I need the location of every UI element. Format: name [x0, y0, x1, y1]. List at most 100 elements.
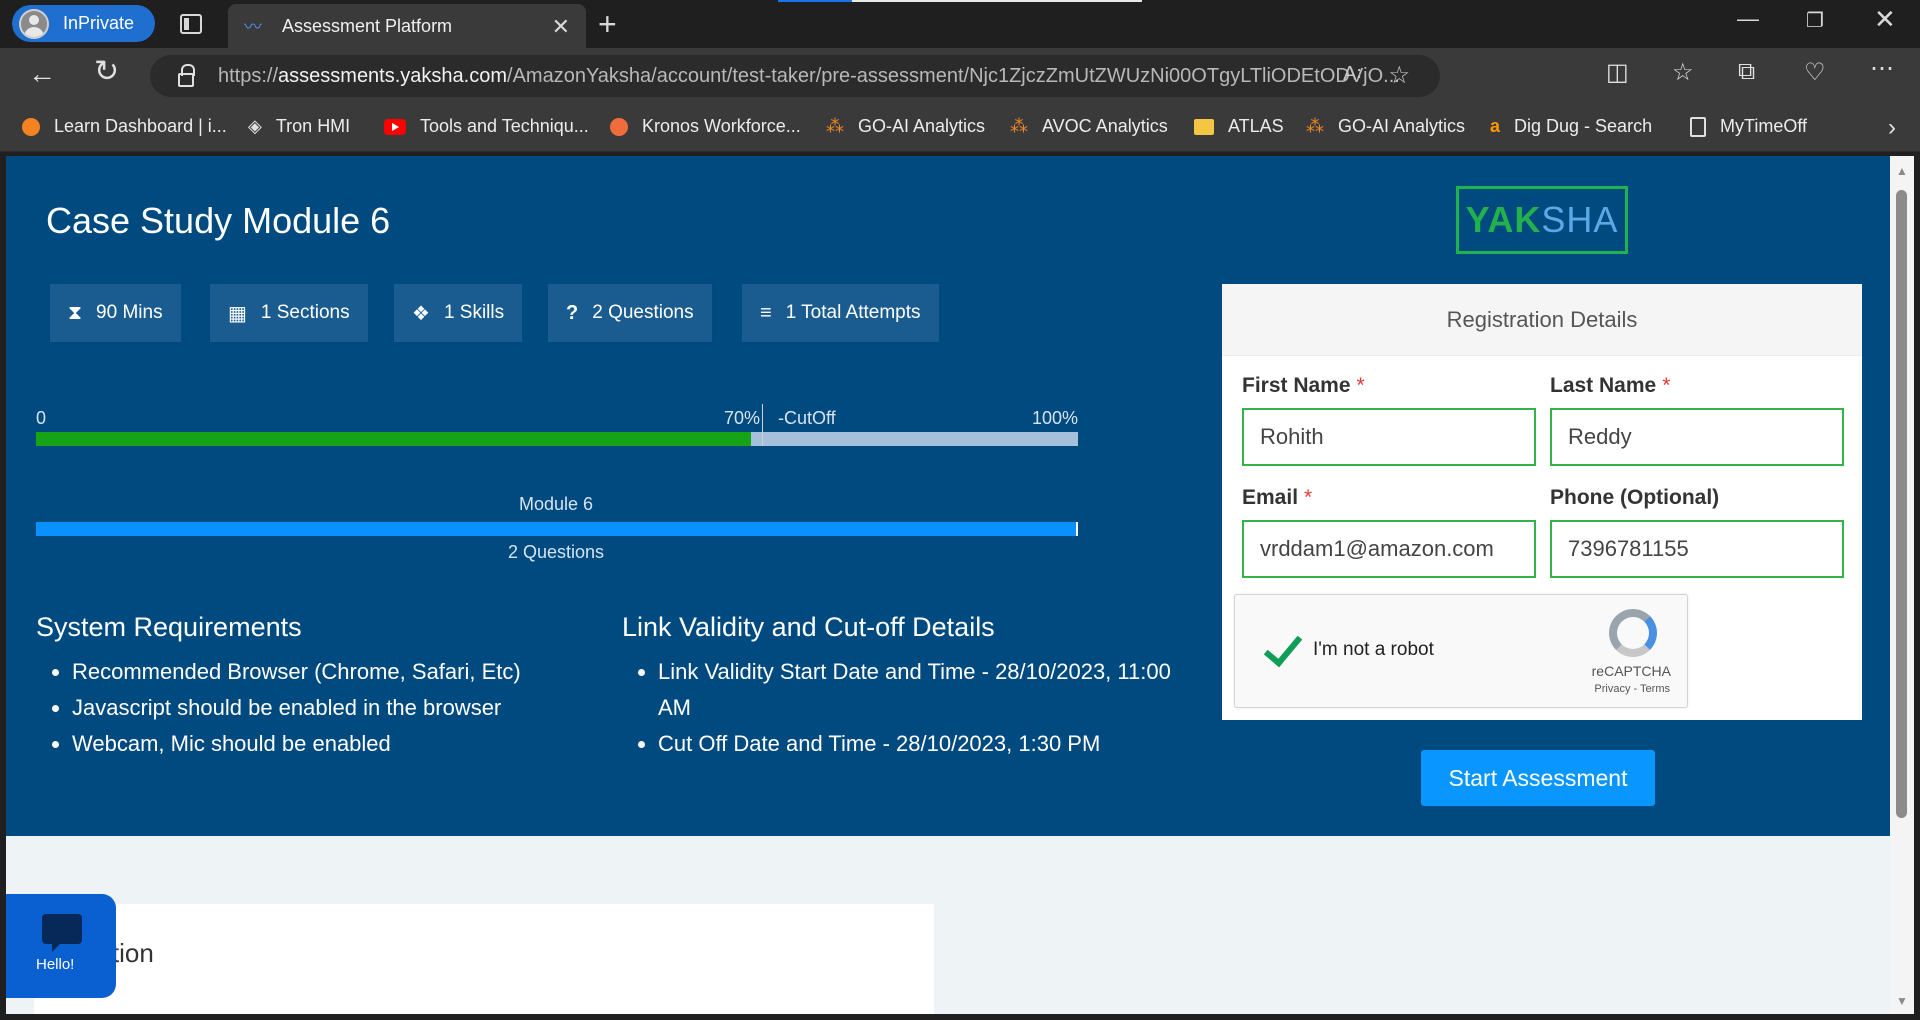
- nodes-icon: ⁂: [1306, 116, 1324, 136]
- unity-icon: ◈: [248, 116, 262, 136]
- bookmark-label: Tools and Techniqu...: [420, 116, 589, 136]
- url-host: assessments.yaksha.com: [278, 64, 508, 87]
- page-viewport: Case Study Module 6 ⧗ 90 Mins ▦ 1 Sectio…: [6, 156, 1890, 1014]
- document-icon: [1690, 116, 1706, 137]
- bookmark-tools-and-techniques[interactable]: Tools and Techniqu...: [384, 116, 589, 137]
- question-icon: ?: [566, 301, 579, 324]
- page-scrollbar[interactable]: ▲ ▼: [1890, 156, 1914, 1014]
- registration-header: Registration Details: [1222, 284, 1862, 356]
- tab-title: Assessment Platform: [282, 15, 453, 36]
- registration-card: Registration Details First Name * Rohith …: [1222, 284, 1862, 720]
- recaptcha-brand: reCAPTCHA: [1591, 663, 1671, 679]
- close-window-icon[interactable]: ✕: [1874, 4, 1896, 35]
- scale-min-label: 0: [36, 408, 47, 428]
- bookmark-label: Kronos Workforce...: [642, 116, 801, 136]
- back-arrow-icon[interactable]: ←: [28, 58, 56, 90]
- yaksha-favicon-icon: 〰: [244, 17, 262, 37]
- logo-part-sha: SHA: [1541, 199, 1619, 240]
- favorites-bar: Learn Dashboard | i... ◈ Tron HMI Tools …: [0, 104, 1920, 152]
- address-bar[interactable]: https://assessments.yaksha.com/AmazonYak…: [150, 55, 1440, 97]
- bookmark-label: GO-AI Analytics: [858, 116, 986, 136]
- bookmark-go-ai-analytics[interactable]: ⁂ GO-AI Analytics: [826, 116, 985, 137]
- last-name-input[interactable]: Reddy: [1550, 408, 1844, 466]
- system-requirements-title: System Requirements: [36, 612, 302, 642]
- inprivate-button[interactable]: InPrivate: [12, 5, 155, 42]
- minimize-icon[interactable]: —: [1737, 6, 1759, 32]
- bookmark-mytimeoff[interactable]: MyTimeOff: [1690, 116, 1807, 137]
- tab-actions-icon[interactable]: [180, 14, 202, 34]
- start-assessment-button[interactable]: Start Assessment: [1421, 750, 1655, 806]
- scale-max-label: 100%: [1032, 408, 1079, 428]
- module-name: Module 6: [518, 494, 594, 514]
- new-tab-plus-icon[interactable]: +: [598, 6, 617, 43]
- cutoff-text-label: -CutOff: [778, 408, 836, 428]
- recaptcha-widget: I'm not a robot reCAPTCHA Privacy - Term…: [1234, 594, 1688, 708]
- scroll-down-icon[interactable]: ▼: [1896, 994, 1908, 1008]
- scrollbar-thumb[interactable]: [1896, 190, 1907, 818]
- phone-input[interactable]: 7396781155: [1550, 520, 1844, 578]
- stat-skills: ❖ 1 Skills: [394, 284, 523, 342]
- link-validity-title: Link Validity and Cut-off Details: [622, 612, 995, 642]
- collections-icon[interactable]: ⧉: [1738, 58, 1755, 86]
- label-text: Email: [1242, 486, 1299, 509]
- first-name-label: First Name *: [1242, 374, 1365, 398]
- bookmark-go-ai-analytics-2[interactable]: ⁂ GO-AI Analytics: [1306, 116, 1465, 137]
- bookmark-tron-hmi[interactable]: ◈ Tron HMI: [248, 116, 350, 137]
- lock-icon[interactable]: [178, 64, 195, 87]
- url-path: /AmazonYaksha/account/test-taker/pre-ass…: [507, 64, 1400, 87]
- system-requirements-list: Recommended Browser (Chrome, Safari, Etc…: [42, 654, 612, 762]
- phone-label: Phone (Optional): [1550, 486, 1719, 510]
- label-text: Phone (Optional): [1550, 486, 1720, 509]
- bookmark-label: AVOC Analytics: [1042, 116, 1168, 136]
- chevron-right-icon[interactable]: ›: [1888, 114, 1896, 142]
- chat-widget-button[interactable]: Hello!: [6, 894, 116, 998]
- scroll-up-icon[interactable]: ▲: [1896, 164, 1908, 178]
- bookmark-learn-dashboard[interactable]: Learn Dashboard | i...: [22, 116, 227, 137]
- browser-essentials-icon[interactable]: ♡: [1804, 58, 1826, 87]
- bookmark-label: Learn Dashboard | i...: [54, 116, 227, 136]
- favorites-icon[interactable]: ☆: [1672, 58, 1694, 87]
- stat-total-attempts: ≡ 1 Total Attempts: [742, 284, 939, 342]
- list-item: Javascript should be enabled in the brow…: [72, 690, 612, 726]
- recaptcha-checkmark-icon[interactable]: [1261, 629, 1301, 669]
- inprivate-label: InPrivate: [63, 13, 135, 33]
- cutoff-marker: [762, 404, 763, 446]
- refresh-icon[interactable]: ↻: [94, 54, 119, 89]
- nodes-icon: ⁂: [826, 116, 844, 136]
- first-name-input[interactable]: Rohith: [1242, 408, 1536, 466]
- amazon-icon: a: [1490, 116, 1501, 136]
- orange-circle-icon: [22, 117, 40, 136]
- label-text: Last Name: [1550, 374, 1657, 397]
- hourglass-icon: ⧗: [68, 301, 83, 324]
- stat-sections: ▦ 1 Sections: [210, 284, 368, 342]
- cutoff-scale-labels: 0 70% -CutOff 100%: [34, 408, 1084, 432]
- stat-label: 1 Sections: [260, 302, 350, 323]
- restore-icon[interactable]: ❐: [1806, 8, 1824, 33]
- stat-label: 90 Mins: [96, 302, 163, 323]
- list-item: Recommended Browser (Chrome, Safari, Etc…: [72, 654, 612, 690]
- settings-more-icon[interactable]: ⋯: [1870, 54, 1894, 83]
- list-item: Link Validity Start Date and Time - 28/1…: [658, 654, 1188, 726]
- chat-label: Hello!: [36, 956, 75, 973]
- list-icon: ≡: [760, 301, 772, 324]
- cutoff-progress-bar: [36, 432, 1078, 446]
- stat-questions: ? 2 Questions: [548, 284, 712, 342]
- tab-assessment-platform[interactable]: 〰 Assessment Platform ✕: [228, 4, 586, 48]
- split-screen-icon[interactable]: ◫: [1606, 58, 1629, 87]
- nodes-icon: ⁂: [1010, 116, 1028, 136]
- module-progress-bar: [36, 522, 1078, 536]
- bookmark-atlas[interactable]: ATLAS: [1194, 116, 1284, 137]
- close-tab-icon[interactable]: ✕: [552, 14, 570, 40]
- recaptcha-privacy-terms[interactable]: Privacy - Terms: [1594, 683, 1670, 695]
- favorite-star-icon[interactable]: ☆: [1388, 61, 1410, 90]
- bookmark-label: GO-AI Analytics: [1338, 116, 1466, 136]
- read-aloud-icon[interactable]: A꞉: [1343, 63, 1362, 86]
- bookmark-kronos[interactable]: Kronos Workforce...: [610, 116, 801, 137]
- module-question-count: 2 Questions: [507, 542, 605, 562]
- bookmark-dig-dug-search[interactable]: a Dig Dug - Search: [1490, 116, 1652, 137]
- required-asterisk: *: [1304, 486, 1313, 509]
- bookmark-avoc-analytics[interactable]: ⁂ AVOC Analytics: [1010, 116, 1168, 137]
- last-name-label: Last Name *: [1550, 374, 1670, 398]
- chat-bubble-icon: [42, 914, 82, 952]
- email-input[interactable]: vrddam1@amazon.com: [1242, 520, 1536, 578]
